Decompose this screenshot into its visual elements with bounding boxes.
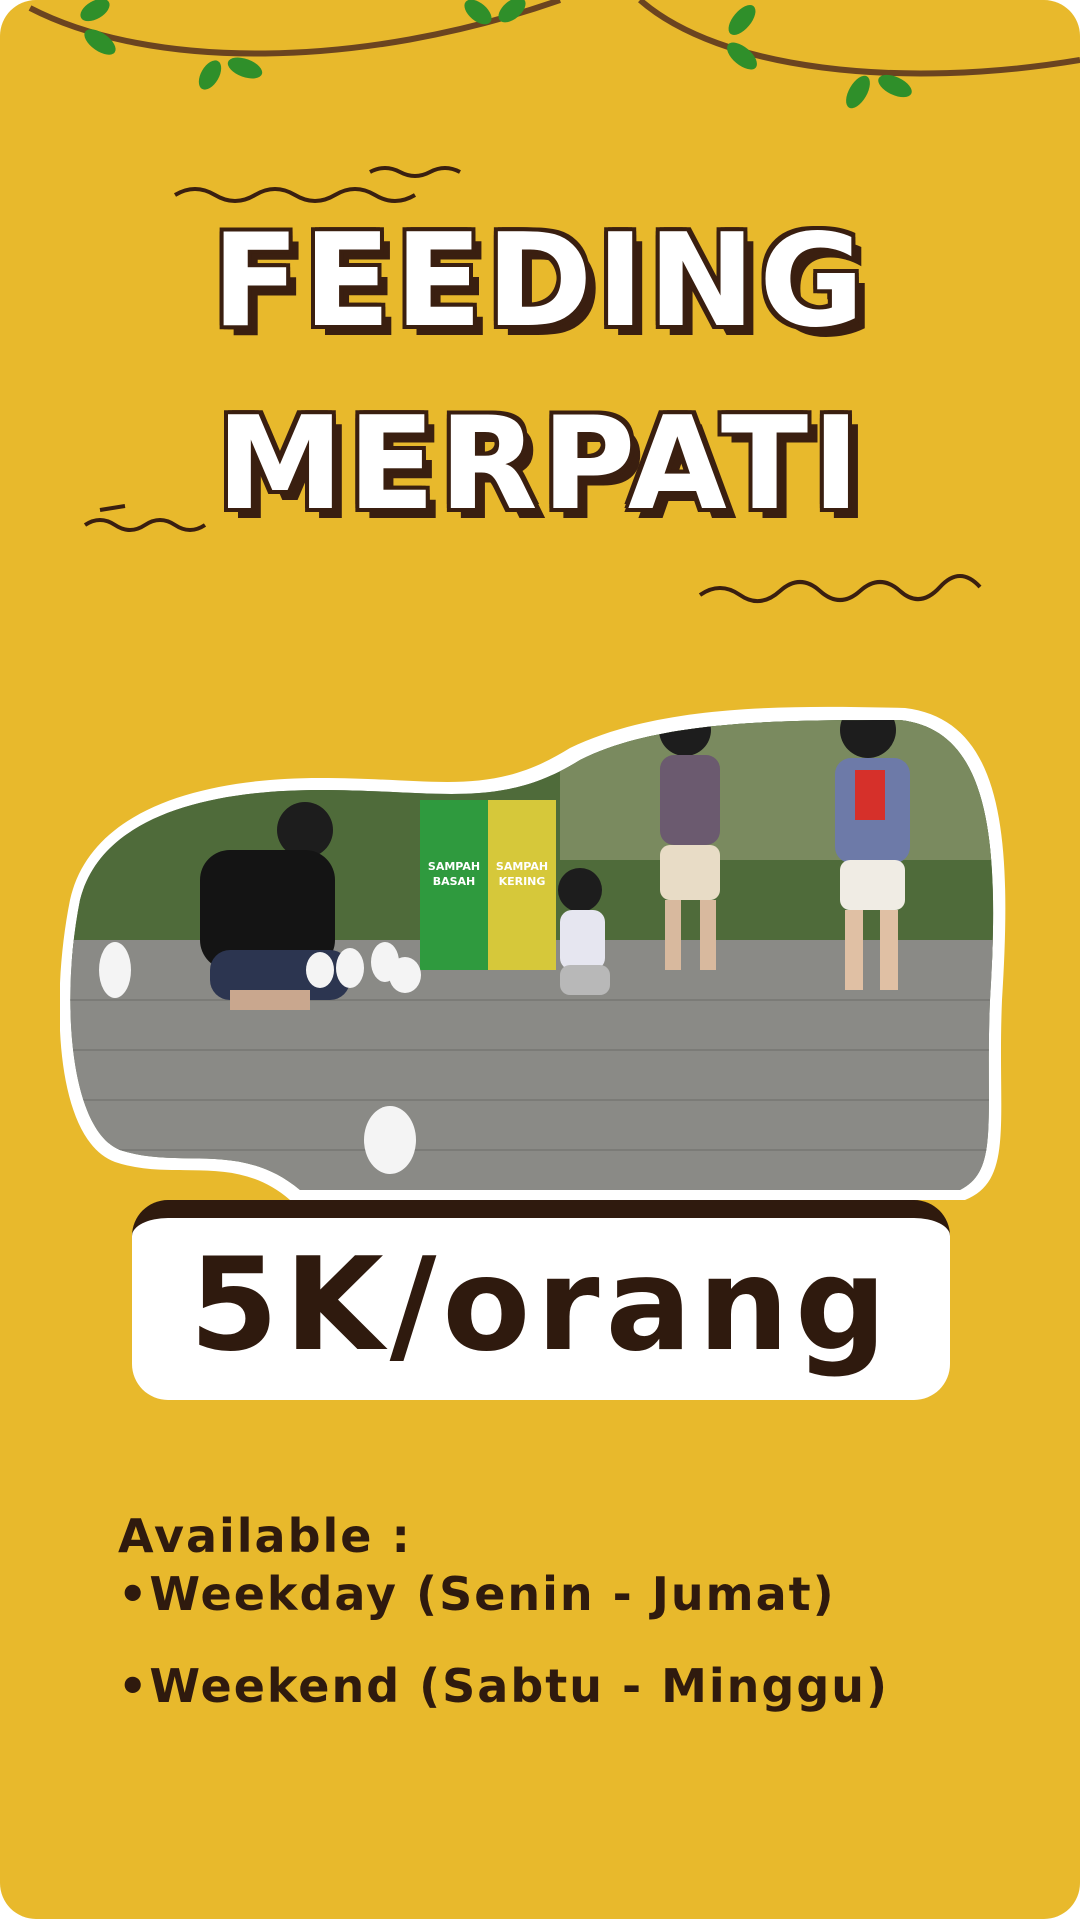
availability-item-label: Weekend (Sabtu - Minggu) <box>149 1659 890 1713</box>
vine-decoration <box>28 0 1080 109</box>
availability-item-label: Weekday (Senin - Jumat) <box>149 1567 836 1621</box>
price-label: 5K/orang <box>189 1230 893 1380</box>
availability-heading: Available : <box>118 1509 412 1563</box>
availability-item-weekend: •Weekend (Sabtu - Minggu) <box>118 1658 889 1714</box>
svg-text:KERING: KERING <box>499 875 546 888</box>
price-box: 5K/orang <box>132 1200 950 1400</box>
feeding-photo: SAMPAH BASAH SAMPAH KERING <box>60 706 1006 1200</box>
svg-text:SAMPAH: SAMPAH <box>496 860 548 873</box>
title-line-1: FEEDING <box>211 207 869 356</box>
title-line-2: MERPATI <box>216 390 864 539</box>
svg-text:BASAH: BASAH <box>433 875 476 888</box>
bullet-icon: • <box>118 1567 150 1621</box>
svg-text:SAMPAH: SAMPAH <box>428 860 480 873</box>
leaf-icon <box>80 0 912 109</box>
poster-card: FEEDING MERPATI SAMPAH BASAH SAMPAH KERI… <box>0 0 1080 1919</box>
bullet-icon: • <box>118 1659 150 1713</box>
availability-item-weekday: •Weekday (Senin - Jumat) <box>118 1566 836 1622</box>
